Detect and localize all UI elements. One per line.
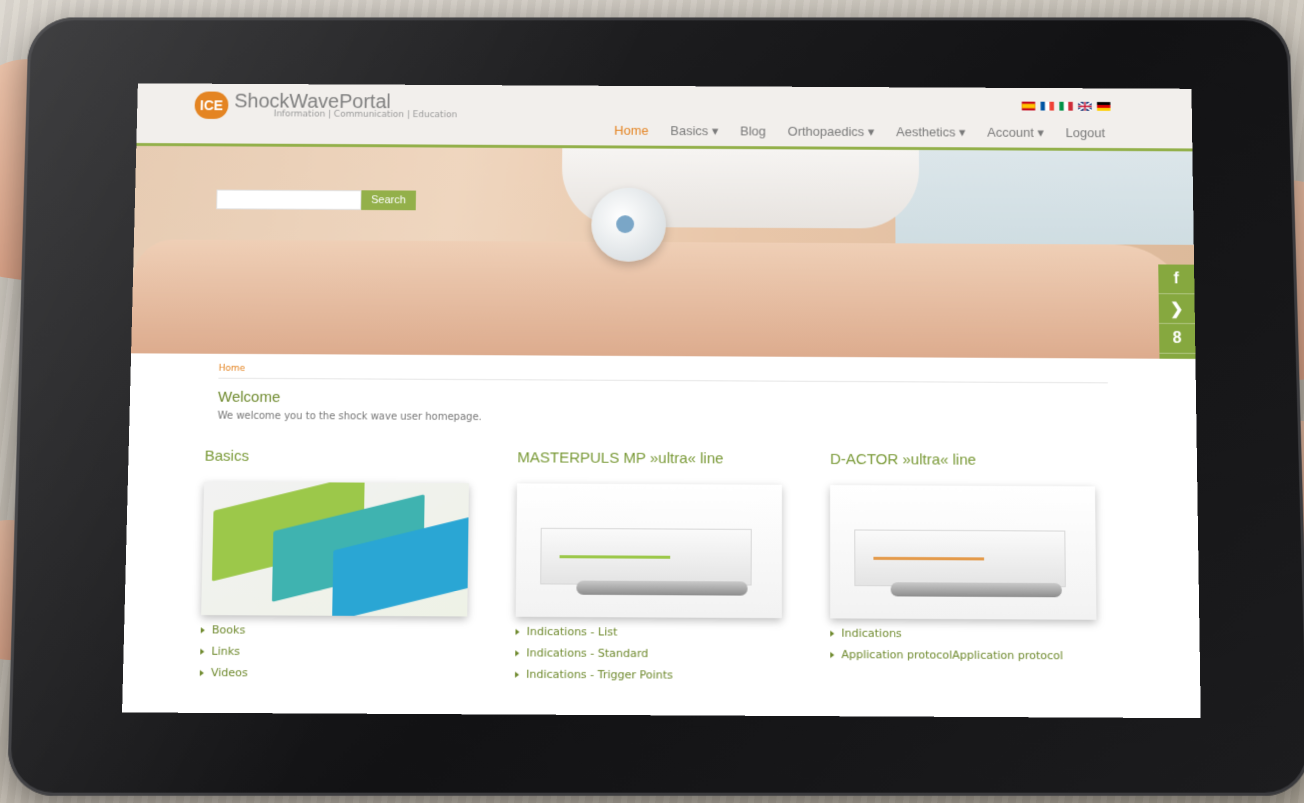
bullet-arrow-icon (515, 649, 520, 656)
masterpuls-links: Indications - List Indications - Standar… (515, 625, 790, 682)
search-input[interactable] (216, 189, 362, 210)
nav-logout[interactable]: Logout (1066, 125, 1106, 141)
flag-spain-icon[interactable] (1021, 101, 1036, 111)
hero-banner: Search f ❯ 8 ▶ in (131, 145, 1196, 359)
masterpuls-device-image[interactable] (515, 483, 782, 619)
social-bar: f ❯ 8 ▶ in (1158, 264, 1196, 359)
flag-uk-icon[interactable] (1078, 102, 1092, 111)
link-label: Indications - Trigger Points (526, 667, 673, 682)
bullet-arrow-icon (200, 648, 205, 655)
welcome-title: Welcome (217, 388, 281, 406)
nav-blog[interactable]: Blog (740, 124, 766, 140)
device-handpiece (890, 582, 1062, 598)
list-item[interactable]: Indications - Trigger Points (515, 668, 790, 683)
google-plus-icon[interactable]: 8 (1159, 323, 1196, 354)
site-logo[interactable]: ICE ShockWavePortal Information | Commun… (194, 91, 457, 120)
nav-account[interactable]: Account ▾ (987, 125, 1044, 141)
link-label: Links (211, 644, 241, 658)
list-item[interactable]: Books (200, 623, 476, 638)
breadcrumb[interactable]: Home (218, 363, 1108, 384)
list-item[interactable]: Application protocolApplication protocol (830, 648, 1105, 663)
main-content: Home Welcome We welcome you to the shock… (123, 353, 1200, 684)
basics-links: Books Links Videos (199, 623, 476, 681)
bullet-arrow-icon (200, 626, 205, 633)
list-item[interactable]: Indications - Standard (515, 646, 790, 661)
flag-germany-icon[interactable] (1096, 101, 1111, 111)
bullet-arrow-icon (515, 671, 520, 678)
youtube-icon[interactable]: ▶ (1159, 353, 1196, 359)
hero-patient-leg (131, 239, 1196, 359)
main-nav: Home Basics ▾ Blog Orthopaedics ▾ Aesthe… (614, 123, 1105, 141)
site-header: ICE ShockWavePortal Information | Commun… (136, 83, 1193, 152)
column-title: Basics (204, 447, 250, 465)
list-item[interactable]: Indications - List (515, 625, 789, 640)
logo-subtitle: Information | Communication | Education (273, 109, 458, 121)
bullet-arrow-icon (199, 669, 204, 676)
flag-france-icon[interactable] (1040, 101, 1055, 111)
link-label: Application protocolApplication protocol (841, 647, 1064, 663)
list-item[interactable]: Indications (830, 627, 1105, 642)
flag-italy-icon[interactable] (1059, 101, 1073, 111)
logo-badge: ICE (194, 91, 229, 120)
link-label: Indications - List (526, 624, 618, 639)
search-button[interactable]: Search (361, 190, 416, 211)
nav-home[interactable]: Home (614, 123, 648, 139)
nav-aesthetics[interactable]: Aesthetics ▾ (896, 124, 966, 140)
tablet-screen: ICE ShockWavePortal Information | Commun… (122, 83, 1201, 719)
link-label: Videos (210, 665, 249, 680)
language-flags (1021, 101, 1111, 111)
search-box: Search (216, 189, 416, 211)
twitter-icon[interactable]: ❯ (1158, 294, 1195, 325)
product-columns: Basics Books Links Videos MASTERPULS MP … (199, 447, 1112, 684)
list-item[interactable]: Links (200, 645, 475, 660)
device-unit (854, 529, 1066, 588)
nav-basics[interactable]: Basics ▾ (670, 123, 718, 139)
hero-background-window (895, 149, 1194, 245)
facebook-icon[interactable]: f (1158, 264, 1195, 295)
dactor-links: Indications Application protocolApplicat… (830, 627, 1105, 663)
bullet-arrow-icon (515, 628, 520, 635)
basics-books-image[interactable] (201, 481, 469, 617)
bullet-arrow-icon (830, 651, 835, 658)
dactor-device-image[interactable] (830, 485, 1097, 620)
column-masterpuls: MASTERPULS MP »ultra« line Indications -… (515, 449, 790, 682)
column-title: MASTERPULS MP »ultra« line (517, 449, 724, 468)
welcome-text: We welcome you to the shock wave user ho… (217, 410, 482, 424)
bullet-arrow-icon (830, 630, 835, 637)
link-label: Books (211, 623, 246, 637)
column-title: D-ACTOR »ultra« line (830, 450, 977, 469)
nav-orthopaedics[interactable]: Orthopaedics ▾ (788, 124, 875, 140)
link-label: Indications - Standard (526, 646, 649, 661)
device-handpiece (576, 580, 748, 596)
link-label: Indications (841, 626, 902, 641)
hero-shockwave-device (591, 187, 667, 262)
device-unit (540, 527, 752, 586)
column-basics: Basics Books Links Videos (199, 447, 478, 681)
list-item[interactable]: Videos (199, 665, 475, 681)
column-dactor: D-ACTOR »ultra« line Indications Applica… (830, 451, 1105, 684)
